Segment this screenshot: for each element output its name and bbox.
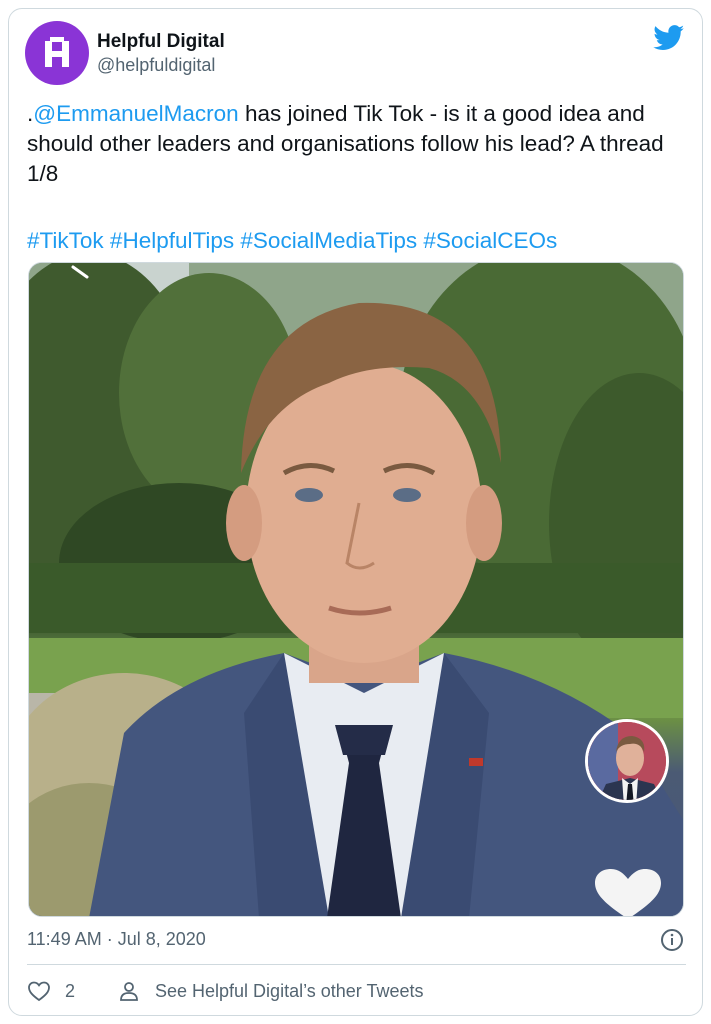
see-other-tweets-link[interactable]: See Helpful Digital’s other Tweets: [117, 979, 423, 1003]
heart-outline-icon: [28, 981, 50, 1002]
divider: [27, 964, 686, 965]
tweet-card: Helpful Digital @helpfuldigital .@Emmanu…: [8, 8, 703, 1016]
like-count: 2: [65, 980, 76, 1001]
tweet-text: .@EmmanuelMacron has joined Tik Tok - is…: [27, 99, 691, 189]
avatar[interactable]: [25, 21, 89, 85]
person-icon: [120, 982, 138, 1001]
hashtag-links[interactable]: #TikTok #HelpfulTips #SocialMediaTips #S…: [27, 226, 691, 256]
heart-icon[interactable]: [595, 869, 661, 917]
profile-thumbnail[interactable]: [585, 719, 669, 803]
video-frame-illustration: [29, 263, 683, 916]
account-handle[interactable]: @helpfuldigital: [97, 55, 215, 76]
mention-link[interactable]: @EmmanuelMacron: [33, 101, 238, 126]
helpful-digital-logo-icon: [45, 37, 69, 67]
tweet-video-media[interactable]: [28, 262, 684, 917]
twitter-bird-icon[interactable]: [653, 25, 685, 51]
tweet-actions: 2 See Helpful Digital’s other Tweets: [27, 979, 687, 1007]
see-other-tweets-label: See Helpful Digital’s other Tweets: [155, 980, 424, 1001]
like-button[interactable]: 2: [27, 979, 75, 1003]
tweet-timestamp[interactable]: 11:49 AM · Jul 8, 2020: [27, 929, 206, 950]
info-icon[interactable]: [660, 928, 684, 952]
close-icon[interactable]: [71, 265, 89, 279]
account-name[interactable]: Helpful Digital: [97, 31, 225, 53]
tweet-header: Helpful Digital @helpfuldigital: [25, 21, 685, 85]
